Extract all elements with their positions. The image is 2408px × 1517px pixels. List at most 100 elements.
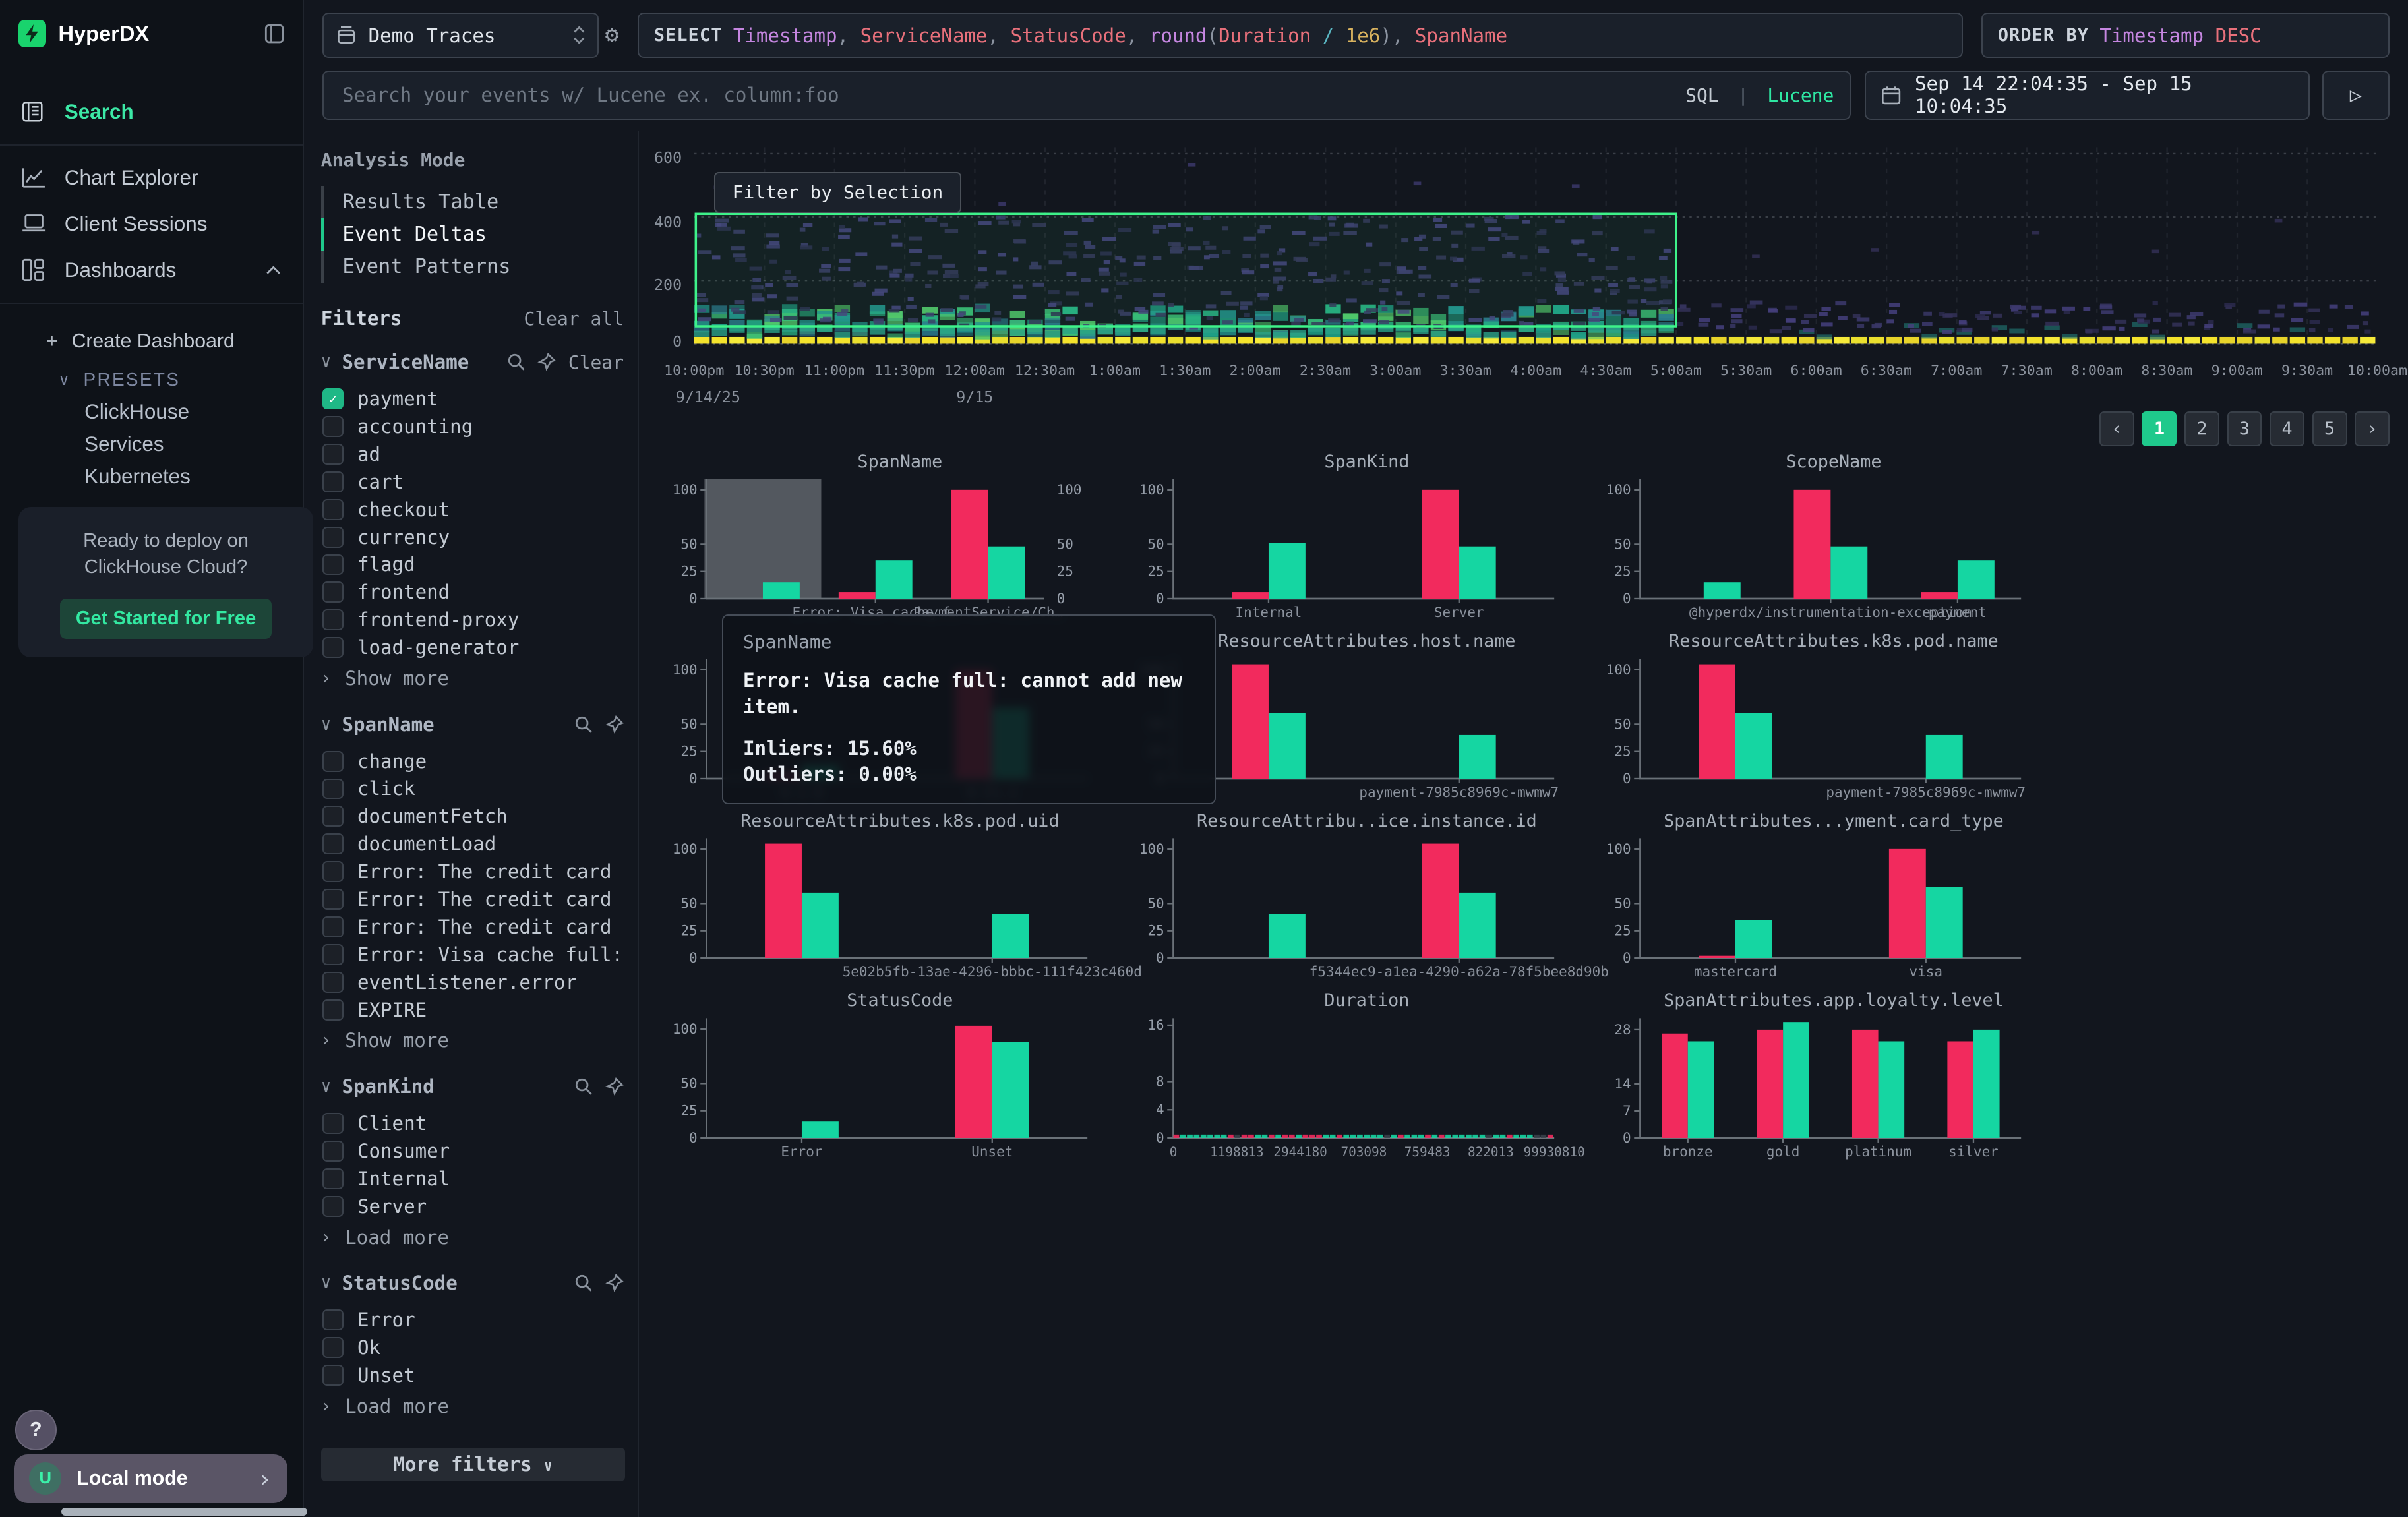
filter-option-error-the-credit-card-[interactable]: Error: The credit card (… xyxy=(321,885,624,913)
pin-icon[interactable] xyxy=(605,1274,624,1292)
filter-option-frontend-proxy[interactable]: frontend-proxy xyxy=(321,606,624,634)
chart-statuscode[interactable]: StatusCode02550100ErrorUnset xyxy=(667,990,1133,1166)
help-button[interactable]: ? xyxy=(15,1410,56,1450)
filter-by-selection-button[interactable]: Filter by Selection xyxy=(714,172,961,213)
filter-option-accounting[interactable]: accounting xyxy=(321,413,624,440)
filter-group-title[interactable]: ServiceName xyxy=(342,351,495,373)
chart-spanattributes-app-loyalty-level[interactable]: SpanAttributes.app.loyalty.level071428br… xyxy=(1600,990,2067,1166)
checkbox[interactable] xyxy=(322,806,344,827)
pin-icon[interactable] xyxy=(537,353,556,371)
checkbox[interactable] xyxy=(322,1365,344,1386)
source-select[interactable]: Demo Traces xyxy=(322,13,599,59)
pin-icon[interactable] xyxy=(605,1077,624,1096)
page-button-3[interactable]: 3 xyxy=(2227,411,2262,446)
checkbox[interactable] xyxy=(322,1337,344,1358)
filter-option-client[interactable]: Client xyxy=(321,1110,624,1137)
filter-option-error[interactable]: Error xyxy=(321,1306,624,1334)
checkbox[interactable] xyxy=(322,1113,344,1134)
checkbox[interactable] xyxy=(322,1141,344,1162)
sidebar-item-client-sessions[interactable]: Client Sessions xyxy=(0,201,303,247)
checkbox[interactable] xyxy=(322,833,344,854)
checkbox[interactable] xyxy=(322,609,344,630)
run-query-button[interactable]: ▷ xyxy=(2322,71,2390,120)
filter-option-server[interactable]: Server xyxy=(321,1193,624,1220)
checkbox[interactable] xyxy=(322,999,344,1021)
analysis-mode-event-patterns[interactable]: Event Patterns xyxy=(321,251,624,283)
filter-option-checkout[interactable]: checkout xyxy=(321,496,624,523)
chart-spanname[interactable]: SpanName0025255050100100Error: Visa cach… xyxy=(667,452,1133,627)
chart-resourceattributes-k8s-pod-uid[interactable]: ResourceAttributes.k8s.pod.uid025501005e… xyxy=(667,811,1133,986)
chart-duration[interactable]: Duration04816011988132944180703098759483… xyxy=(1133,990,1600,1166)
time-range-picker[interactable]: Sep 14 22:04:35 - Sep 15 10:04:35 xyxy=(1865,71,2310,120)
filter-option-expire[interactable]: EXPIRE xyxy=(321,996,624,1024)
sidebar-preset-services[interactable]: Services xyxy=(0,429,303,461)
more-filters-button[interactable]: More filters ∨ xyxy=(321,1448,625,1481)
filter-option-frontend[interactable]: frontend xyxy=(321,578,624,606)
chevron-down-icon[interactable]: ∨ xyxy=(321,715,331,734)
checkbox[interactable] xyxy=(322,751,344,772)
checkbox[interactable] xyxy=(322,581,344,603)
chart-resourceattributes-k8s-pod-name[interactable]: ResourceAttributes.k8s.pod.name02550100p… xyxy=(1600,631,2067,806)
filter-option-documentload[interactable]: documentLoad xyxy=(321,830,624,858)
chart-spankind[interactable]: SpanKind02550100InternalServer xyxy=(1133,452,1600,627)
analysis-mode-event-deltas[interactable]: Event Deltas xyxy=(321,218,624,251)
create-dashboard-button[interactable]: + Create Dashboard xyxy=(0,326,303,358)
lucene-mode-toggle[interactable]: Lucene xyxy=(1767,84,1834,106)
checkbox[interactable] xyxy=(322,972,344,993)
page-button-1[interactable]: 1 xyxy=(2142,411,2177,446)
filter-option-error-the-credit-card-[interactable]: Error: The credit card (… xyxy=(321,913,624,941)
get-started-button[interactable]: Get Started for Free xyxy=(60,599,272,639)
filter-option-ad[interactable]: ad xyxy=(321,440,624,468)
checkbox[interactable] xyxy=(322,916,344,937)
select-query-input[interactable]: SELECT Timestamp, ServiceName, StatusCod… xyxy=(638,13,1963,59)
clear-filter-link[interactable]: Clear xyxy=(568,351,624,373)
page-prev-button[interactable]: ‹ xyxy=(2099,411,2134,446)
sidebar-item-dashboards[interactable]: Dashboards xyxy=(0,247,303,293)
filter-group-title[interactable]: SpanName xyxy=(342,713,562,736)
filter-group-title[interactable]: SpanKind xyxy=(342,1075,562,1098)
search-input[interactable] xyxy=(339,82,1685,108)
heatmap-selection[interactable] xyxy=(696,214,1676,327)
sidebar-preset-clickhouse[interactable]: ClickHouse xyxy=(0,396,303,429)
show-more-link[interactable]: ›Show more xyxy=(321,665,624,692)
search-icon[interactable] xyxy=(574,1274,593,1292)
pin-icon[interactable] xyxy=(605,715,624,734)
filter-option-cart[interactable]: cart xyxy=(321,468,624,496)
analysis-mode-results-table[interactable]: Results Table xyxy=(321,186,624,218)
chevron-down-icon[interactable]: ∨ xyxy=(321,352,331,372)
checkbox[interactable]: ✓ xyxy=(322,388,344,409)
sidebar-item-search[interactable]: Search xyxy=(0,89,303,135)
filter-option-change[interactable]: change xyxy=(321,748,624,775)
filter-option-documentfetch[interactable]: documentFetch xyxy=(321,802,624,830)
filter-option-load-generator[interactable]: load-generator xyxy=(321,634,624,661)
horizontal-scrollbar[interactable] xyxy=(61,1508,307,1516)
page-button-5[interactable]: 5 xyxy=(2312,411,2347,446)
chevron-down-icon[interactable]: ∨ xyxy=(321,1077,331,1096)
order-by-input[interactable]: ORDER BY Timestamp DESC xyxy=(1981,13,2390,59)
local-mode-menu[interactable]: U Local mode › xyxy=(14,1454,287,1504)
filter-option-click[interactable]: click xyxy=(321,775,624,803)
checkbox[interactable] xyxy=(322,444,344,465)
search-icon[interactable] xyxy=(574,1077,593,1096)
filter-option-currency[interactable]: currency xyxy=(321,523,624,551)
checkbox[interactable] xyxy=(322,779,344,800)
checkbox[interactable] xyxy=(322,944,344,965)
sql-mode-toggle[interactable]: SQL xyxy=(1685,84,1718,106)
page-button-2[interactable]: 2 xyxy=(2184,411,2219,446)
filter-option-error-visa-cache-full-[interactable]: Error: Visa cache full: … xyxy=(321,941,624,968)
chart-resourceattribu-ice-instance-id[interactable]: ResourceAttribu..ice.instance.id02550100… xyxy=(1133,811,1600,986)
page-button-4[interactable]: 4 xyxy=(2270,411,2304,446)
filter-option-payment[interactable]: ✓payment xyxy=(321,385,624,413)
checkbox[interactable] xyxy=(322,1168,344,1189)
load-more-link[interactable]: ›Load more xyxy=(321,1392,624,1420)
collapse-sidebar-icon[interactable] xyxy=(264,24,284,44)
load-more-link[interactable]: ›Load more xyxy=(321,1224,624,1251)
search-icon[interactable] xyxy=(507,353,526,371)
checkbox[interactable] xyxy=(322,554,344,576)
filter-option-flagd[interactable]: flagd xyxy=(321,551,624,579)
filter-group-title[interactable]: StatusCode xyxy=(342,1272,562,1294)
presets-toggle[interactable]: ∨ PRESETS xyxy=(0,364,303,396)
chart-scopename[interactable]: ScopeName02550100@hyperdx/instrumentatio… xyxy=(1600,452,2067,627)
checkbox[interactable] xyxy=(322,1196,344,1217)
filter-option-consumer[interactable]: Consumer xyxy=(321,1137,624,1165)
